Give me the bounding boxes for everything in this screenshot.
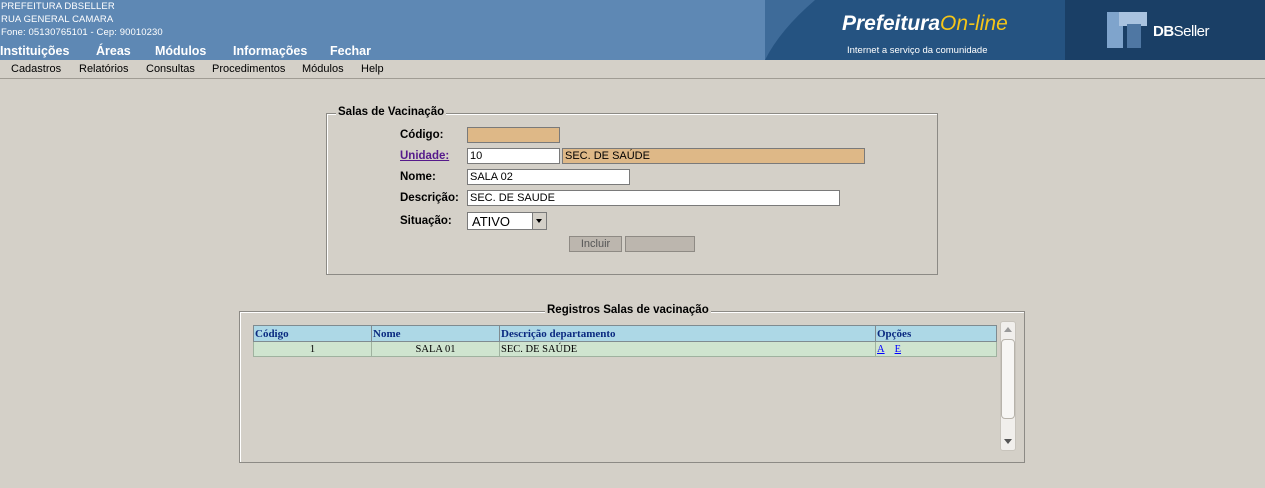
descricao-label: Descrição: bbox=[400, 192, 459, 204]
table-header-row: Código Nome Descrição departamento Opçõe… bbox=[253, 325, 997, 342]
descricao-field[interactable]: SEC. DE SAUDE bbox=[467, 190, 840, 206]
chevron-down-icon[interactable] bbox=[532, 213, 546, 229]
cell-nome: SALA 01 bbox=[371, 341, 500, 357]
menu-procedimentos[interactable]: Procedimentos bbox=[212, 63, 285, 75]
nome-field[interactable]: SALA 02 bbox=[467, 169, 630, 185]
nav-modulos[interactable]: Módulos bbox=[155, 44, 206, 58]
cell-descricao: SEC. DE SAÚDE bbox=[499, 341, 876, 357]
records-legend: Registros Salas de vacinação bbox=[545, 304, 711, 316]
dbseller-wordmark: DBSeller bbox=[1153, 23, 1210, 40]
nome-label: Nome: bbox=[400, 171, 436, 183]
secondary-button[interactable] bbox=[625, 236, 695, 252]
menu-cadastros[interactable]: Cadastros bbox=[11, 63, 61, 75]
form-legend: Salas de Vacinação bbox=[336, 106, 447, 118]
institution-contact: Fone: 05130765101 - Cep: 90010230 bbox=[1, 27, 163, 38]
dbseller-logo-icon bbox=[1107, 12, 1147, 48]
column-header-codigo: Código bbox=[253, 325, 372, 342]
records-grid: Código Nome Descrição departamento Opçõe… bbox=[253, 325, 998, 455]
scrollbar-thumb[interactable] bbox=[1001, 339, 1015, 419]
column-header-descricao: Descrição departamento bbox=[499, 325, 876, 342]
menu-bar: Cadastros Relatórios Consultas Procedime… bbox=[0, 60, 1265, 79]
codigo-field[interactable] bbox=[467, 127, 560, 143]
cell-codigo: 1 bbox=[253, 341, 372, 357]
scroll-down-icon[interactable] bbox=[1004, 439, 1012, 444]
menu-consultas[interactable]: Consultas bbox=[146, 63, 195, 75]
unidade-name-field: SEC. DE SAÚDE bbox=[562, 148, 865, 164]
unidade-lookup-link[interactable]: Unidade: bbox=[400, 150, 449, 162]
situacao-label: Situação: bbox=[400, 215, 452, 227]
records-table: Código Nome Descrição departamento Opçõe… bbox=[253, 325, 997, 357]
scroll-up-icon[interactable] bbox=[1004, 327, 1012, 332]
column-header-nome: Nome bbox=[371, 325, 500, 342]
grid-scrollbar[interactable] bbox=[1000, 321, 1016, 451]
menu-relatorios[interactable]: Relatórios bbox=[79, 63, 129, 75]
table-row: 1 SALA 01 SEC. DE SAÚDE AE bbox=[253, 341, 997, 357]
header-info-panel: PREFEITURA DBSELLER RUA GENERAL CAMARA F… bbox=[0, 0, 765, 60]
unidade-code-field[interactable]: 10 bbox=[467, 148, 560, 164]
institution-name: PREFEITURA DBSELLER bbox=[1, 1, 115, 12]
nav-fechar[interactable]: Fechar bbox=[330, 44, 371, 58]
brand-tagline: Internet a serviço da comunidade bbox=[847, 45, 988, 56]
nav-informacoes[interactable]: Informações bbox=[233, 44, 307, 58]
column-header-opcoes: Opções bbox=[875, 325, 997, 342]
nav-areas[interactable]: Áreas bbox=[96, 44, 131, 58]
nav-instituicoes[interactable]: Instituições bbox=[0, 44, 69, 58]
prefeitura-online-logo: PrefeituraOn-line bbox=[842, 12, 1008, 35]
app-header: PREFEITURA DBSELLER RUA GENERAL CAMARA F… bbox=[0, 0, 1265, 60]
cell-opcoes: AE bbox=[875, 341, 997, 357]
situacao-select[interactable]: ATIVO bbox=[467, 212, 547, 230]
exclude-link[interactable]: E bbox=[895, 344, 901, 355]
incluir-button[interactable]: Incluir bbox=[569, 236, 622, 252]
situacao-selected-value: ATIVO bbox=[472, 214, 511, 229]
menu-modulos[interactable]: Módulos bbox=[302, 63, 344, 75]
brand-banner: PrefeituraOn-line Internet a serviço da … bbox=[765, 0, 1265, 60]
codigo-label: Código: bbox=[400, 129, 444, 141]
institution-address: RUA GENERAL CAMARA bbox=[1, 14, 114, 25]
alter-link[interactable]: A bbox=[877, 344, 885, 355]
menu-help[interactable]: Help bbox=[361, 63, 384, 75]
